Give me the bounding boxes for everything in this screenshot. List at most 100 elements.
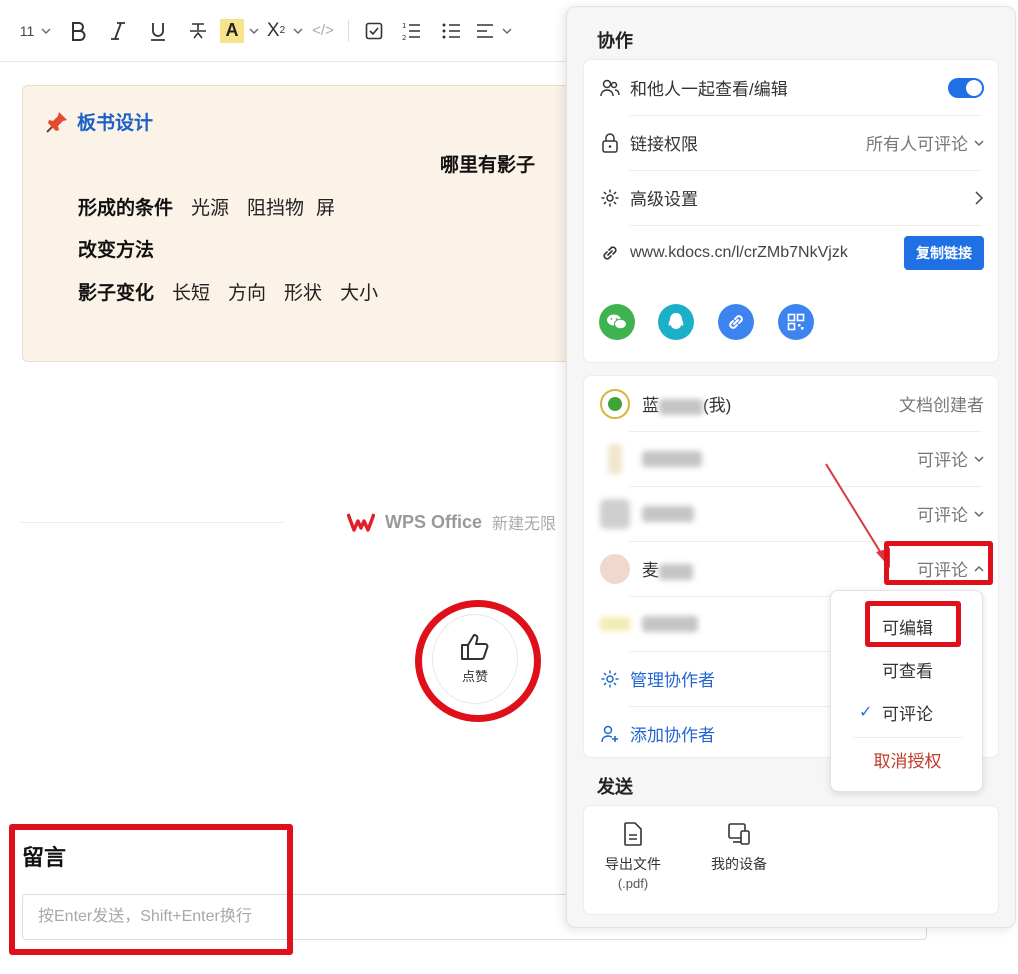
blurred-name bbox=[659, 398, 703, 415]
my-devices-button[interactable]: 我的设备 bbox=[711, 822, 767, 874]
link-permission-select[interactable]: 所有人可评论 bbox=[866, 130, 984, 155]
row-label: 改变方法 bbox=[78, 240, 155, 261]
avatar bbox=[600, 388, 630, 419]
board-row-methods: 改变方法 bbox=[78, 235, 154, 262]
superscript-icon[interactable]: X2 bbox=[262, 15, 290, 47]
share-link-row: www.kdocs.cn/l/crZMb7NkVjzk 复制链接 bbox=[584, 225, 1000, 280]
people-icon bbox=[600, 78, 620, 98]
send-section-title: 发送 bbox=[597, 777, 633, 797]
row-item: 光源 bbox=[191, 198, 230, 219]
font-size-select[interactable]: 11 bbox=[16, 15, 38, 47]
member-row: 蓝 (我) 文档创建者 bbox=[584, 376, 1000, 431]
board-row-changes: 影子变化 长短 方向 形状 大小 bbox=[78, 278, 378, 305]
avatar bbox=[600, 616, 630, 631]
member-name-text: 麦 bbox=[642, 561, 659, 580]
code-icon[interactable]: </> bbox=[306, 15, 340, 47]
role-option-label: 取消授权 bbox=[873, 751, 942, 771]
qrcode-icon[interactable] bbox=[778, 304, 814, 340]
member-name-text: 蓝 bbox=[642, 396, 659, 415]
export-file-format: (.pdf) bbox=[617, 876, 649, 891]
together-row: 和他人一起查看/编辑 bbox=[584, 60, 1000, 115]
chevron-down-icon bbox=[974, 455, 984, 462]
role-option-view[interactable]: 可查看 bbox=[831, 650, 984, 688]
member-role-select[interactable]: 可评论 bbox=[917, 446, 984, 471]
divider-line bbox=[20, 522, 285, 523]
wps-logo-icon bbox=[347, 513, 375, 532]
blurred-name bbox=[659, 563, 693, 580]
advanced-settings-label: 高级设置 bbox=[630, 190, 698, 209]
member-role-value: 可评论 bbox=[917, 506, 968, 525]
link-permission-label: 链接权限 bbox=[630, 135, 698, 154]
svg-text:1: 1 bbox=[402, 22, 406, 30]
advanced-settings-row[interactable]: 高级设置 bbox=[584, 170, 1000, 225]
share-url: www.kdocs.cn/l/crZMb7NkVjzk bbox=[630, 243, 848, 261]
together-toggle[interactable] bbox=[948, 77, 984, 98]
avatar bbox=[600, 553, 630, 584]
export-file-button[interactable]: 导出文件 (.pdf) bbox=[605, 822, 661, 891]
checkbox-icon[interactable] bbox=[357, 15, 391, 47]
devices-icon bbox=[728, 823, 750, 845]
role-select-highlight-box bbox=[884, 541, 993, 585]
my-devices-label: 我的设备 bbox=[711, 856, 767, 872]
like-button[interactable]: 点赞 bbox=[432, 614, 518, 704]
link-chain-icon bbox=[600, 243, 620, 263]
wps-brand: WPS Office 新建无限 bbox=[347, 510, 556, 534]
member-row: 可评论 bbox=[584, 431, 1000, 486]
avatar bbox=[608, 443, 622, 474]
role-option-label: 可查看 bbox=[882, 661, 933, 681]
row-label: 影子变化 bbox=[78, 283, 155, 304]
row-item: 阻挡物 bbox=[247, 198, 305, 219]
member-name: 蓝 (我) bbox=[642, 391, 899, 416]
avatar bbox=[600, 498, 630, 529]
highlight-chevron-icon[interactable] bbox=[246, 15, 262, 47]
lock-icon bbox=[600, 132, 620, 153]
format-toolbar: 11 A X2 </> 12 bbox=[0, 0, 580, 62]
blackboard-design-block: 板书设计 哪里有影子 形成的条件 光源 阻挡物 屏 改变方法 影子变化 长短 方… bbox=[22, 85, 592, 362]
row-item: 方向 bbox=[228, 283, 267, 304]
comments-highlight-box bbox=[9, 824, 293, 955]
role-option-comment[interactable]: ✓ 可评论 bbox=[831, 693, 984, 731]
align-chevron-icon[interactable] bbox=[499, 15, 515, 47]
bullet-list-icon[interactable] bbox=[431, 15, 471, 47]
role-option-revoke[interactable]: 取消授权 bbox=[831, 740, 984, 778]
board-heading: 哪里有影子 bbox=[440, 155, 536, 176]
block-title-text: 板书设计 bbox=[77, 113, 154, 134]
member-role-value: 可评论 bbox=[917, 451, 968, 470]
underline-icon[interactable] bbox=[138, 15, 178, 47]
align-icon[interactable] bbox=[471, 15, 499, 47]
highlight-icon[interactable]: A bbox=[218, 15, 246, 47]
wechat-icon[interactable] bbox=[599, 304, 635, 340]
row-item: 长短 bbox=[172, 283, 211, 304]
member-name-suffix: (我) bbox=[703, 396, 732, 415]
row-item: 大小 bbox=[340, 283, 379, 304]
chevron-right-icon bbox=[975, 190, 984, 205]
link-icon[interactable] bbox=[718, 304, 754, 340]
copy-link-button[interactable]: 复制链接 bbox=[904, 235, 984, 270]
svg-text:2: 2 bbox=[402, 34, 406, 41]
toolbar-divider bbox=[348, 19, 349, 42]
link-permission-value: 所有人可评论 bbox=[866, 135, 968, 154]
add-user-icon bbox=[600, 724, 620, 744]
qq-icon[interactable] bbox=[658, 304, 694, 340]
thumbs-up-icon bbox=[461, 634, 489, 660]
font-size-chevron-icon[interactable] bbox=[38, 15, 54, 47]
pushpin-icon bbox=[46, 111, 67, 133]
like-label: 点赞 bbox=[461, 669, 488, 684]
export-file-label: 导出文件 bbox=[605, 856, 661, 872]
blurred-name bbox=[642, 506, 694, 523]
link-permission-row[interactable]: 链接权限 所有人可评论 bbox=[584, 115, 1000, 170]
bold-icon[interactable] bbox=[58, 15, 98, 47]
member-role-select[interactable]: 可评论 bbox=[917, 501, 984, 526]
gear-icon bbox=[600, 188, 620, 208]
wps-name: WPS Office bbox=[385, 511, 483, 532]
numbered-list-icon[interactable]: 12 bbox=[391, 15, 431, 47]
italic-icon[interactable] bbox=[98, 15, 138, 47]
member-row: 可评论 bbox=[584, 486, 1000, 541]
chevron-down-icon bbox=[974, 139, 984, 146]
font-size-value: 11 bbox=[19, 22, 35, 39]
superscript-chevron-icon[interactable] bbox=[290, 15, 306, 47]
edit-option-highlight-box bbox=[865, 601, 961, 647]
file-icon bbox=[624, 822, 642, 846]
menu-divider bbox=[853, 737, 963, 738]
strikethrough-icon[interactable] bbox=[178, 15, 218, 47]
